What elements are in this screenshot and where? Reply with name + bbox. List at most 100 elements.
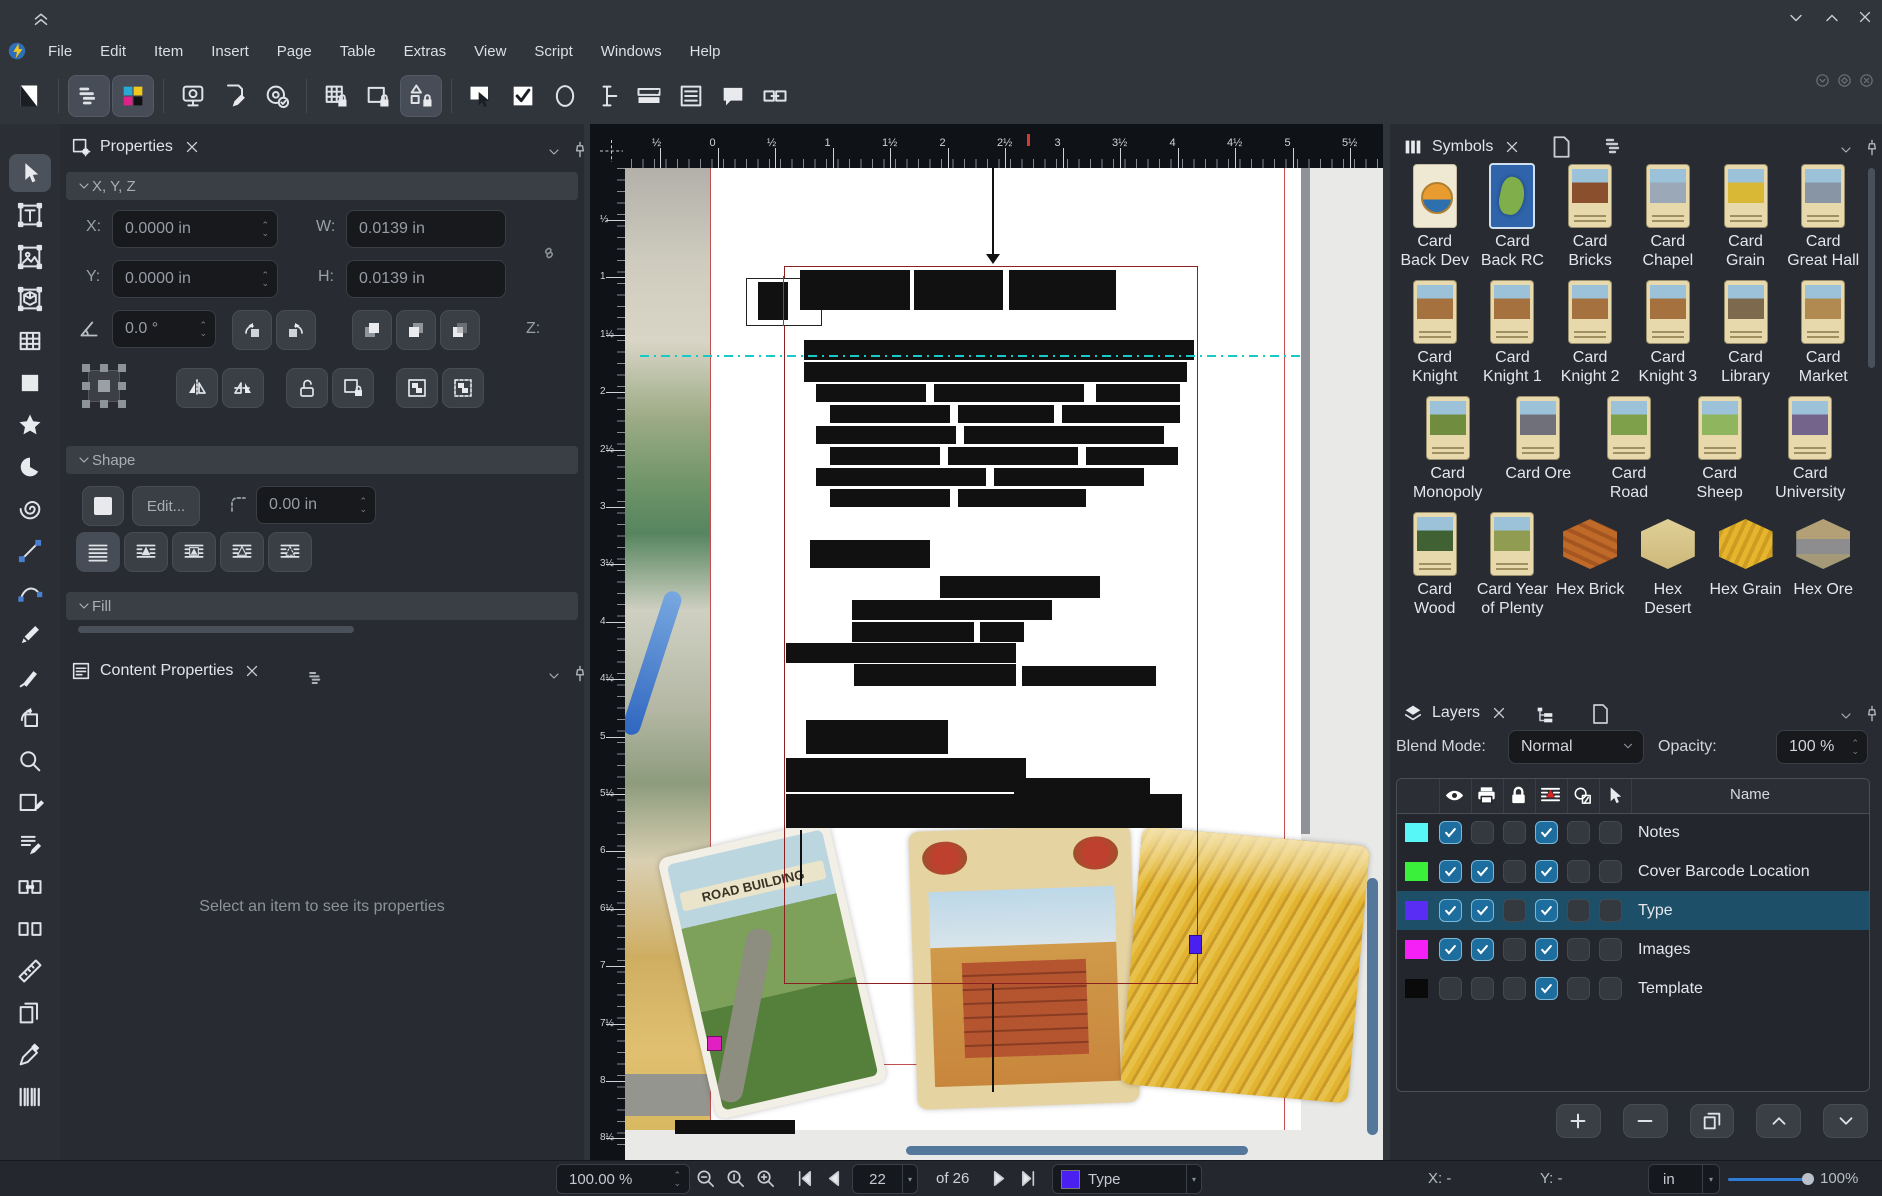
layer-color-swatch[interactable] — [1405, 979, 1428, 998]
selection-handle[interactable] — [707, 1036, 722, 1051]
layers-close-icon[interactable] — [1490, 704, 1508, 722]
layer-visible-checkbox[interactable] — [1439, 899, 1462, 922]
rotation-spinner[interactable]: ⌃⌄ — [199, 311, 207, 347]
tool-copy-item-properties[interactable] — [9, 994, 51, 1032]
eye-column-icon[interactable] — [1443, 784, 1466, 807]
layer-visible-checkbox[interactable] — [1439, 938, 1462, 961]
layer-visible-checkbox[interactable] — [1439, 821, 1462, 844]
select-cursor-column-icon[interactable] — [1603, 784, 1626, 807]
layers-tree-icon[interactable] — [1534, 704, 1556, 726]
w-input[interactable]: 0.0139 in — [346, 210, 506, 248]
tool-insert-freehand-line[interactable] — [9, 616, 51, 654]
preview-mode-button[interactable] — [173, 76, 213, 116]
symbol-card-bricks[interactable]: Card Bricks — [1553, 164, 1627, 270]
symbol-card-library[interactable]: Card Library — [1709, 280, 1783, 386]
symbols-scrollbar[interactable] — [1868, 168, 1875, 368]
layer-row-template[interactable]: Template — [1397, 969, 1869, 1008]
symbol-card-ore[interactable]: Card Ore — [1501, 396, 1575, 483]
rotate-cw-button[interactable] — [276, 310, 316, 350]
lock-column-icon[interactable] — [1507, 784, 1530, 807]
raise-button[interactable] — [396, 310, 436, 350]
ungroup-button[interactable] — [442, 368, 484, 408]
menu-help[interactable]: Help — [676, 39, 735, 64]
basepoint-selector[interactable] — [82, 364, 126, 408]
properties-hscrollbar[interactable] — [78, 626, 354, 633]
layer-outline-checkbox[interactable] — [1567, 899, 1590, 922]
tool-rotate-item[interactable] — [9, 700, 51, 738]
horizontal-ruler[interactable]: ½0½11½22½33½44½55½ — [625, 134, 1383, 168]
x-input[interactable]: 0.0000 in ⌃⌄ — [112, 210, 278, 248]
layer-text-flow-checkbox[interactable] — [1535, 860, 1558, 883]
tool-eye-dropper[interactable] — [9, 1036, 51, 1074]
flip-horizontal-button[interactable] — [176, 368, 218, 408]
y-input[interactable]: 0.0000 in ⌃⌄ — [112, 260, 278, 298]
tool-unlink-text-frames[interactable] — [9, 910, 51, 948]
lock-item-button[interactable] — [286, 368, 328, 408]
tool-select-item[interactable] — [9, 154, 51, 192]
layer-row-images[interactable]: Images — [1397, 930, 1869, 969]
layer-outline-checkbox[interactable] — [1567, 977, 1590, 1000]
h-input[interactable]: 0.0139 in — [346, 260, 506, 298]
layer-text-flow-checkbox[interactable] — [1535, 977, 1558, 1000]
layers-pin-icon[interactable] — [1862, 704, 1882, 724]
document-viewport[interactable]: ROAD BUILDING — [625, 168, 1383, 1160]
add-layer-button[interactable] — [1556, 1104, 1601, 1138]
unit-dropdown[interactable]: ▾ — [1702, 1165, 1719, 1193]
corner-radius-input[interactable]: 0.00 in ⌃⌄ — [256, 486, 376, 524]
content-properties-collapse-icon[interactable] — [546, 668, 562, 684]
zoom-in-icon[interactable] — [754, 1167, 777, 1190]
zoom-100-icon[interactable] — [724, 1167, 747, 1190]
layer-outline-checkbox[interactable] — [1567, 860, 1590, 883]
pdf-text-field-button[interactable] — [587, 76, 627, 116]
symbol-card-great-hall[interactable]: Card Great Hall — [1786, 164, 1860, 270]
tool-edit-contents[interactable] — [9, 784, 51, 822]
layer-color-swatch[interactable] — [1405, 823, 1428, 842]
symbol-hex-ore[interactable]: Hex Ore — [1786, 512, 1860, 599]
duplicate-layer-button[interactable] — [1690, 1104, 1735, 1138]
tool-insert-image-frame[interactable] — [9, 238, 51, 276]
symbol-hex-desert[interactable]: Hex Desert — [1631, 512, 1705, 618]
update-image-button[interactable] — [257, 76, 297, 116]
symbols-list-icon[interactable] — [1602, 134, 1626, 158]
wireframe-mode-icon[interactable] — [1588, 702, 1612, 726]
pdf-cursor-button[interactable] — [461, 76, 501, 116]
symbol-card-knight-1[interactable]: Card Knight 1 — [1475, 280, 1549, 386]
layer-color-swatch[interactable] — [1405, 862, 1428, 881]
rotation-input[interactable]: 0.0 ° ⌃⌄ — [112, 310, 216, 348]
zoom-spinner[interactable]: ⌃⌄ — [673, 1165, 681, 1193]
symbols-collapse-icon[interactable] — [1838, 142, 1854, 158]
layer-locked-checkbox[interactable] — [1503, 938, 1526, 961]
tool-insert-text-frame[interactable] — [9, 196, 51, 234]
tool-zoom[interactable] — [9, 742, 51, 780]
tool-insert-table[interactable] — [9, 322, 51, 360]
shapes-lock-button[interactable] — [400, 75, 442, 117]
layer-text-flow-checkbox[interactable] — [1535, 938, 1558, 961]
layer-outline-checkbox[interactable] — [1567, 938, 1590, 961]
menu-script[interactable]: Script — [520, 39, 586, 64]
zoom-level-input[interactable]: 100.00 % ⌃⌄ — [556, 1164, 690, 1194]
shape-selector-button[interactable] — [82, 486, 124, 526]
symbol-card-knight-2[interactable]: Card Knight 2 — [1553, 280, 1627, 386]
y-spinner[interactable]: ⌃⌄ — [261, 261, 269, 297]
lock-size-button[interactable] — [332, 368, 374, 408]
symbol-hex-grain[interactable]: Hex Grain — [1709, 512, 1783, 599]
tool-insert-calligraphic-line[interactable] — [9, 658, 51, 696]
tool-edit-story-editor[interactable] — [9, 826, 51, 864]
active-layer-dropdown[interactable]: ▾ — [1186, 1165, 1201, 1193]
menu-insert[interactable]: Insert — [197, 39, 263, 64]
layer-text-flow-checkbox[interactable] — [1535, 821, 1558, 844]
opacity-spinner[interactable]: ⌃⌄ — [1851, 731, 1859, 763]
section-shape[interactable]: Shape — [66, 446, 578, 474]
group-button[interactable] — [396, 368, 438, 408]
menu-table[interactable]: Table — [326, 39, 390, 64]
section-fill[interactable]: Fill — [66, 592, 578, 620]
frame-lock-button[interactable] — [358, 76, 398, 116]
text-flow-use-bounding-box-button[interactable] — [172, 532, 216, 572]
last-page-icon[interactable] — [1018, 1167, 1041, 1190]
properties-collapse-icon[interactable] — [546, 144, 562, 160]
tool-insert-spiral[interactable] — [9, 490, 51, 528]
text-flow-use-contour-line-button[interactable] — [220, 532, 264, 572]
unit-select[interactable]: in ▾ — [1648, 1164, 1720, 1194]
layer-selectable-checkbox[interactable] — [1599, 977, 1622, 1000]
pdf-link-annotation-button[interactable] — [755, 76, 795, 116]
